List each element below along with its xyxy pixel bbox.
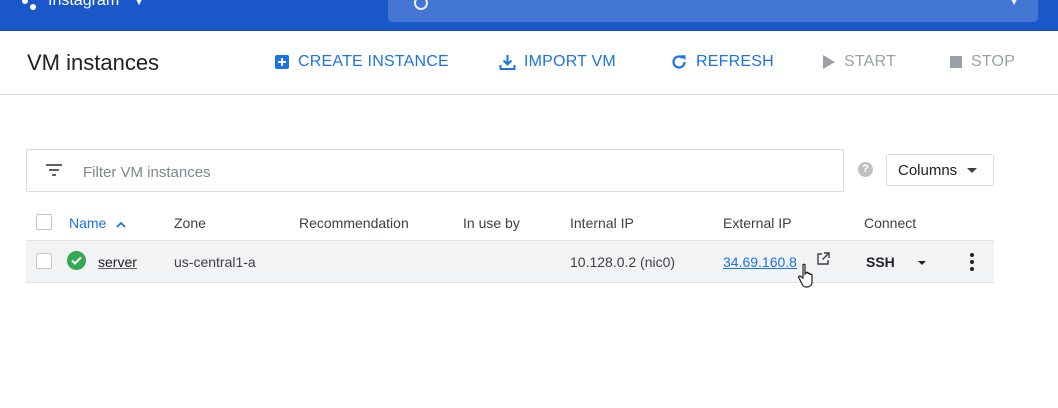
import-vm-label: IMPORT VM [524,53,616,70]
status-running-icon [67,251,86,270]
project-name: Instagram [48,0,120,9]
stop-button[interactable]: STOP [949,53,1015,71]
project-icon [22,0,40,10]
global-search[interactable]: ▼ [388,0,1038,22]
select-all-checkbox[interactable] [36,214,52,230]
column-header-in-use-by[interactable]: In use by [463,215,520,231]
refresh-button[interactable]: REFRESH [670,53,774,71]
refresh-icon [672,55,686,69]
start-label: START [844,53,896,70]
more-actions-icon[interactable] [970,253,974,271]
caret-down-icon [967,167,978,173]
top-app-bar: Instagram ▼ ▼ [0,0,1058,31]
column-header-external-ip[interactable]: External IP [723,215,791,231]
help-icon[interactable]: ? [858,162,873,177]
chevron-down-icon: ▼ [133,0,146,8]
stop-icon [950,56,962,68]
import-vm-button[interactable]: IMPORT VM [499,53,616,71]
column-header-name[interactable]: Name [69,215,126,231]
search-icon [414,0,428,10]
column-header-internal-ip[interactable]: Internal IP [570,215,634,231]
filter-bar [26,149,844,192]
chevron-down-icon: ▼ [1008,0,1020,8]
start-button[interactable]: START [822,53,896,71]
play-icon [823,55,835,69]
create-instance-label: CREATE INSTANCE [298,53,449,70]
stop-label: STOP [971,53,1016,70]
instance-internal-ip: 10.128.0.2 (nic0) [570,254,676,270]
create-instance-button[interactable]: CREATE INSTANCE [274,53,449,71]
page-toolbar: VM instances CREATE INSTANCE IMPORT VM R… [0,31,1058,95]
column-header-zone[interactable]: Zone [174,215,206,231]
column-header-name-label: Name [69,215,107,231]
table-header: Name Zone Recommendation In use by Inter… [26,205,994,240]
columns-label: Columns [898,161,958,179]
column-header-connect: Connect [864,215,917,231]
open-in-new-icon[interactable] [816,252,830,266]
project-selector[interactable]: Instagram ▼ [22,0,145,10]
download-icon [499,54,516,70]
columns-button[interactable]: Columns [886,154,994,186]
filter-input[interactable] [83,161,823,183]
refresh-label: REFRESH [696,53,774,70]
page-title: VM instances [27,50,160,75]
add-box-icon [275,55,289,69]
row-checkbox[interactable] [36,253,52,269]
instance-name-link[interactable]: server [98,254,137,270]
sort-ascending-icon [116,221,126,228]
filter-icon [46,164,62,176]
ssh-button[interactable]: SSH [866,254,895,270]
ssh-dropdown-icon[interactable] [918,261,926,265]
hand-cursor-icon [797,263,813,288]
column-header-recommendation[interactable]: Recommendation [299,215,409,231]
instance-external-ip-link[interactable]: 34.69.160.8 [723,254,797,270]
table-row: server us-central1-a 10.128.0.2 (nic0) 3… [26,240,994,283]
instance-zone: us-central1-a [174,254,256,270]
